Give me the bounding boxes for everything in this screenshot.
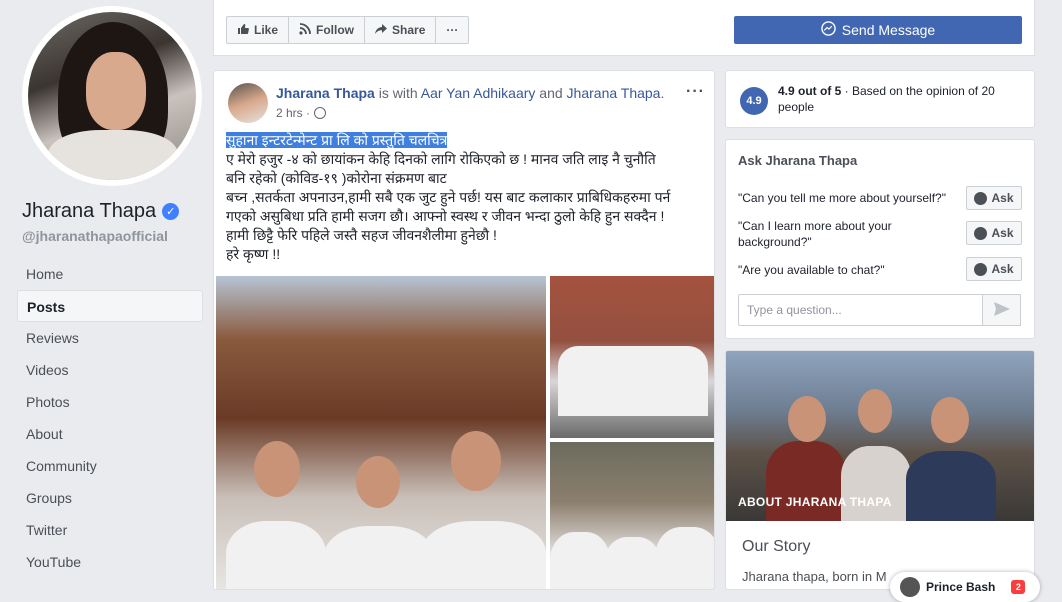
story-text: Jharana thapa, born in M bbox=[742, 569, 887, 584]
profile-picture[interactable] bbox=[22, 6, 202, 186]
nav-item-reviews[interactable]: Reviews bbox=[17, 322, 203, 354]
post-text-line: ए मेरो हजुर -४ को छायांकन केहि दिनको लाग… bbox=[226, 151, 656, 167]
chat-name: Prince Bash bbox=[926, 580, 996, 594]
story-title: Our Story bbox=[742, 538, 811, 555]
ask-button-3[interactable]: Ask bbox=[966, 257, 1022, 281]
post-options-button[interactable]: ··· bbox=[686, 83, 705, 101]
ask-card: Ask Jharana Thapa "Can you tell me more … bbox=[725, 139, 1035, 339]
like-button[interactable]: Like bbox=[227, 17, 290, 43]
messenger-icon bbox=[821, 21, 836, 39]
post-text-line: बच्न ,सतर्कता अपनाउन,हामी सबै एक जुट हुन… bbox=[226, 189, 671, 205]
rating-card: 4.9 4.9 out of 5 · Based on the opinion … bbox=[725, 70, 1035, 128]
rss-icon bbox=[299, 22, 311, 38]
nav-item-videos[interactable]: Videos bbox=[17, 354, 203, 386]
messenger-icon bbox=[974, 226, 988, 240]
page-action-buttons: Like Follow Share ··· bbox=[226, 16, 470, 44]
more-label: ··· bbox=[446, 23, 459, 37]
post-photo-1[interactable] bbox=[214, 274, 548, 589]
page-nav: Home Posts Reviews Videos Photos About C… bbox=[17, 258, 203, 578]
nav-item-home[interactable]: Home bbox=[17, 258, 203, 290]
post-text-line: हरे कृष्ण !! bbox=[226, 246, 281, 262]
messenger-icon bbox=[974, 262, 988, 276]
post-author-avatar[interactable] bbox=[228, 83, 268, 123]
period-text: . bbox=[660, 85, 665, 101]
share-label: Share bbox=[392, 23, 426, 37]
about-card: ABOUT JHARANA THAPA Our Story Jharana th… bbox=[725, 350, 1035, 590]
post-photo-3[interactable] bbox=[548, 440, 714, 589]
ask-button-label: Ask bbox=[991, 226, 1014, 240]
about-label[interactable]: ABOUT JHARANA THAPA bbox=[738, 495, 892, 509]
chat-avatar bbox=[900, 577, 920, 597]
post-card: Jharana Thapa is with Aar Yan Adhikaary … bbox=[213, 70, 715, 590]
nav-item-groups[interactable]: Groups bbox=[17, 482, 203, 514]
share-arrow-icon bbox=[375, 23, 388, 38]
ask-button-2[interactable]: Ask bbox=[966, 221, 1022, 245]
send-message-label: Send Message bbox=[841, 22, 936, 38]
ask-question-1: "Can you tell me more about yourself?" bbox=[738, 191, 946, 205]
thumbs-up-icon bbox=[237, 23, 249, 38]
nav-item-twitter[interactable]: Twitter bbox=[17, 514, 203, 546]
profile-photo-image bbox=[28, 12, 196, 180]
nav-item-youtube[interactable]: YouTube bbox=[17, 546, 203, 578]
chat-unread-badge: 2 bbox=[1011, 580, 1026, 594]
and-text: and bbox=[535, 85, 567, 101]
post-photo-2[interactable] bbox=[548, 274, 714, 440]
tagged-user-link-2[interactable]: Jharana Thapa bbox=[567, 85, 661, 101]
globe-icon bbox=[314, 107, 327, 119]
nav-item-about[interactable]: About bbox=[17, 418, 203, 450]
share-button[interactable]: Share bbox=[365, 17, 437, 43]
more-options-button[interactable]: ··· bbox=[436, 17, 468, 43]
send-arrow-icon bbox=[993, 301, 1010, 319]
rating-score: 4.9 out of 5 bbox=[778, 84, 842, 98]
post-author-link[interactable]: Jharana Thapa bbox=[276, 85, 375, 101]
nav-item-posts[interactable]: Posts bbox=[17, 290, 203, 322]
chat-tab[interactable]: Prince Bash 2 bbox=[890, 572, 1040, 602]
ask-title: Ask Jharana Thapa bbox=[738, 153, 858, 168]
page-name-text: Jharana Thapa bbox=[22, 200, 157, 222]
ask-input-placeholder: Type a question... bbox=[747, 303, 842, 317]
nav-item-community[interactable]: Community bbox=[17, 450, 203, 482]
follow-label: Follow bbox=[316, 23, 355, 37]
verified-badge-icon: ✓ bbox=[162, 203, 180, 220]
ask-question-input[interactable]: Type a question... bbox=[738, 294, 983, 326]
post-text-line: हामी छिट्टै फेरि पहिले जस्तै सहज जीवनशैल… bbox=[226, 227, 497, 243]
ask-button-label: Ask bbox=[991, 191, 1014, 205]
post-timestamp: 2 hrs · bbox=[276, 106, 327, 120]
send-message-button[interactable]: Send Message bbox=[734, 16, 1022, 44]
post-text-selected: सुहाना इन्टरटेन्मेन्ट प्रा लि को प्रस्तु… bbox=[226, 132, 448, 148]
post-text-line: गएको असुबिधा प्रति हामी सजग छौ। आफ्नो स्… bbox=[226, 208, 665, 224]
ask-button-1[interactable]: Ask bbox=[966, 186, 1022, 210]
page-name[interactable]: Jharana Thapa ✓ bbox=[22, 200, 180, 223]
page-handle[interactable]: @jharanathapaofficial bbox=[22, 228, 168, 244]
ask-question-2: "Can I learn more about your background?… bbox=[738, 219, 892, 249]
ask-question-3: "Are you available to chat?" bbox=[738, 263, 885, 277]
ask-button-label: Ask bbox=[991, 262, 1014, 276]
follow-button[interactable]: Follow bbox=[289, 17, 366, 43]
rating-summary[interactable]: 4.9 out of 5 · Based on the opinion of 2… bbox=[778, 83, 1028, 115]
tagged-user-link-1[interactable]: Aar Yan Adhikaary bbox=[421, 85, 536, 101]
like-label: Like bbox=[254, 23, 279, 37]
with-text: is with bbox=[374, 85, 421, 101]
nav-item-photos[interactable]: Photos bbox=[17, 386, 203, 418]
post-header: Jharana Thapa is with Aar Yan Adhikaary … bbox=[276, 85, 664, 101]
messenger-icon bbox=[974, 191, 988, 205]
ask-send-button[interactable] bbox=[983, 294, 1021, 326]
post-text-line: बनि रहेको (कोविड-१९ )कोरोना संक्रमण बाट bbox=[226, 170, 447, 186]
post-time-text[interactable]: 2 hrs · bbox=[276, 106, 310, 120]
rating-badge: 4.9 bbox=[740, 87, 768, 115]
post-body: सुहाना इन्टरटेन्मेन्ट प्रा लि को प्रस्तु… bbox=[226, 131, 706, 264]
